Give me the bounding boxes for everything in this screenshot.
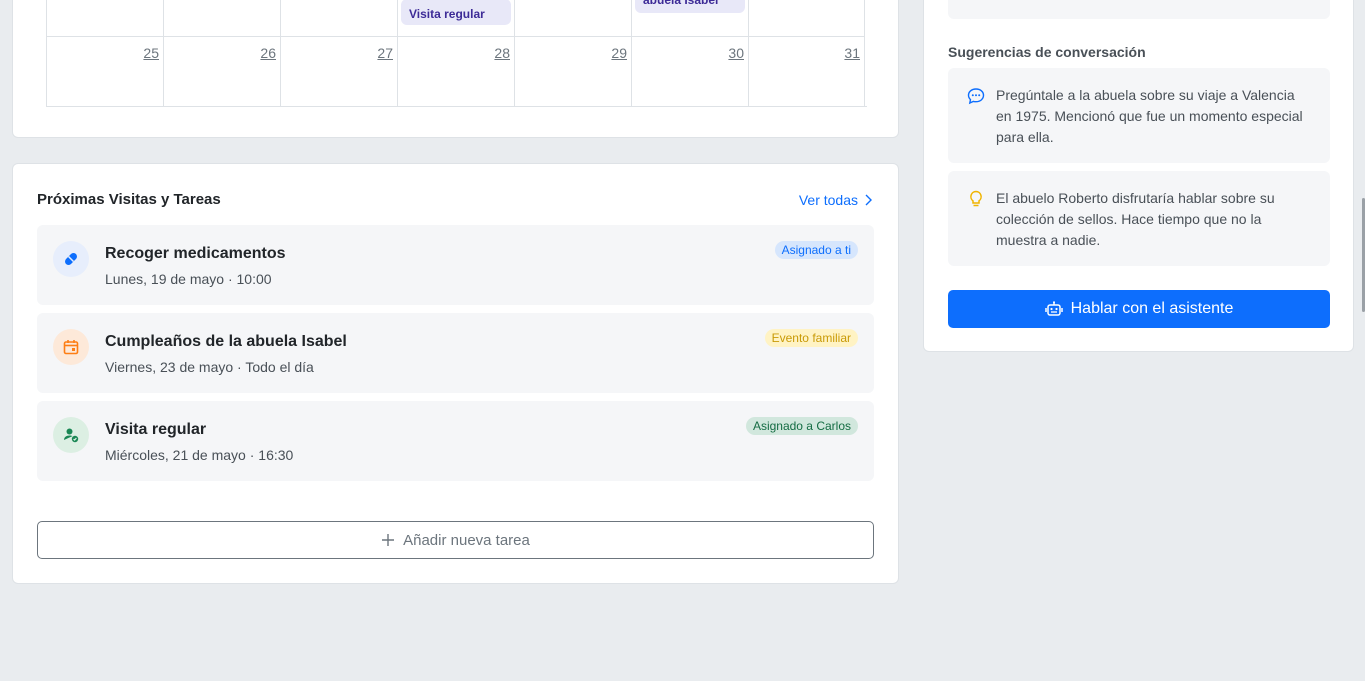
day-number[interactable]: 31	[844, 45, 860, 61]
day-number[interactable]: 25	[143, 45, 159, 61]
calendar-grid: Visita regular abuela Isabel 25 26 27 28…	[46, 0, 867, 107]
previous-content-block	[948, 0, 1330, 19]
assignee-badge: Asignado a ti	[774, 241, 858, 259]
task-title: Visita regular	[105, 421, 207, 438]
task-datetime: Miércoles, 21 de mayo · 16:30	[105, 447, 294, 463]
day-number[interactable]: 29	[611, 45, 627, 61]
calendar-day-cell[interactable]	[46, 0, 163, 36]
calendar-event[interactable]: Visita regular	[401, 0, 511, 25]
calendar-day-cell[interactable]: abuela Isabel	[631, 0, 748, 36]
person-check-icon	[53, 417, 89, 453]
talk-to-assistant-button[interactable]: Hablar con el asistente	[948, 290, 1330, 328]
page-scrollbar[interactable]	[1361, 0, 1365, 681]
add-task-button[interactable]: Añadir nueva tarea	[37, 521, 874, 559]
calendar-day-cell[interactable]: 30	[631, 36, 748, 106]
lightbulb-icon	[970, 190, 982, 207]
assistant-card: Sugerencias de conversación Pregúntale a…	[923, 0, 1354, 352]
suggestions-title: Sugerencias de conversación	[948, 44, 1146, 60]
plus-icon	[382, 534, 395, 546]
see-all-link[interactable]: Ver todas	[799, 192, 872, 208]
calendar-day-cell[interactable]: 29	[514, 36, 631, 106]
task-item[interactable]: Visita regular Miércoles, 21 de mayo · 1…	[37, 401, 874, 481]
assignee-badge: Asignado a Carlos	[745, 417, 858, 435]
calendar-day-cell[interactable]: 26	[163, 36, 280, 106]
calendar-day-cell[interactable]	[748, 0, 865, 36]
day-number[interactable]: 26	[260, 45, 276, 61]
robot-icon	[1044, 301, 1063, 316]
calendar-day-cell[interactable]: 27	[280, 36, 397, 106]
suggestion-text: El abuelo Roberto disfrutaría hablar sob…	[996, 190, 1275, 248]
day-number[interactable]: 30	[728, 45, 744, 61]
task-datetime: Viernes, 23 de mayo · Todo el día	[105, 359, 314, 375]
assistant-button-label: Hablar con el asistente	[1070, 300, 1234, 317]
tasks-card: Próximas Visitas y Tareas Ver todas Reco…	[12, 163, 899, 584]
calendar-card: Visita regular abuela Isabel 25 26 27 28…	[12, 0, 899, 138]
section-title: Próximas Visitas y Tareas	[37, 191, 221, 208]
task-title: Cumpleaños de la abuela Isabel	[105, 333, 347, 350]
chat-dots-icon	[967, 88, 985, 105]
day-number[interactable]: 28	[494, 45, 510, 61]
calendar-day-cell[interactable]	[163, 0, 280, 36]
see-all-label: Ver todas	[798, 192, 858, 208]
pill-icon	[53, 241, 89, 277]
task-datetime: Lunes, 19 de mayo · 10:00	[105, 271, 272, 287]
calendar-day-cell[interactable]: 28	[397, 36, 514, 106]
calendar-day-cell[interactable]	[280, 0, 397, 36]
suggestion-card[interactable]: El abuelo Roberto disfrutaría hablar sob…	[948, 171, 1330, 266]
suggestion-text: Pregúntale a la abuela sobre su viaje a …	[996, 87, 1303, 145]
task-item[interactable]: Recoger medicamentos Lunes, 19 de mayo ·…	[37, 225, 874, 305]
chevron-right-icon	[865, 194, 872, 206]
task-item[interactable]: Cumpleaños de la abuela Isabel Viernes, …	[37, 313, 874, 393]
calendar-event-icon	[53, 329, 89, 365]
calendar-day-cell[interactable]: 25	[46, 36, 163, 106]
category-badge: Evento familiar	[764, 329, 858, 347]
task-title: Recoger medicamentos	[105, 245, 286, 262]
calendar-day-cell[interactable]: 31	[748, 36, 865, 106]
calendar-day-cell[interactable]: Visita regular	[397, 0, 514, 36]
calendar-week-row: 25 26 27 28 29 30 31	[46, 36, 867, 107]
calendar-day-cell[interactable]	[514, 0, 631, 36]
day-number[interactable]: 27	[377, 45, 393, 61]
add-task-label: Añadir nueva tarea	[403, 531, 530, 549]
calendar-week-row: Visita regular abuela Isabel	[46, 0, 867, 36]
suggestion-card[interactable]: Pregúntale a la abuela sobre su viaje a …	[948, 68, 1330, 163]
calendar-event[interactable]: abuela Isabel	[635, 0, 745, 13]
